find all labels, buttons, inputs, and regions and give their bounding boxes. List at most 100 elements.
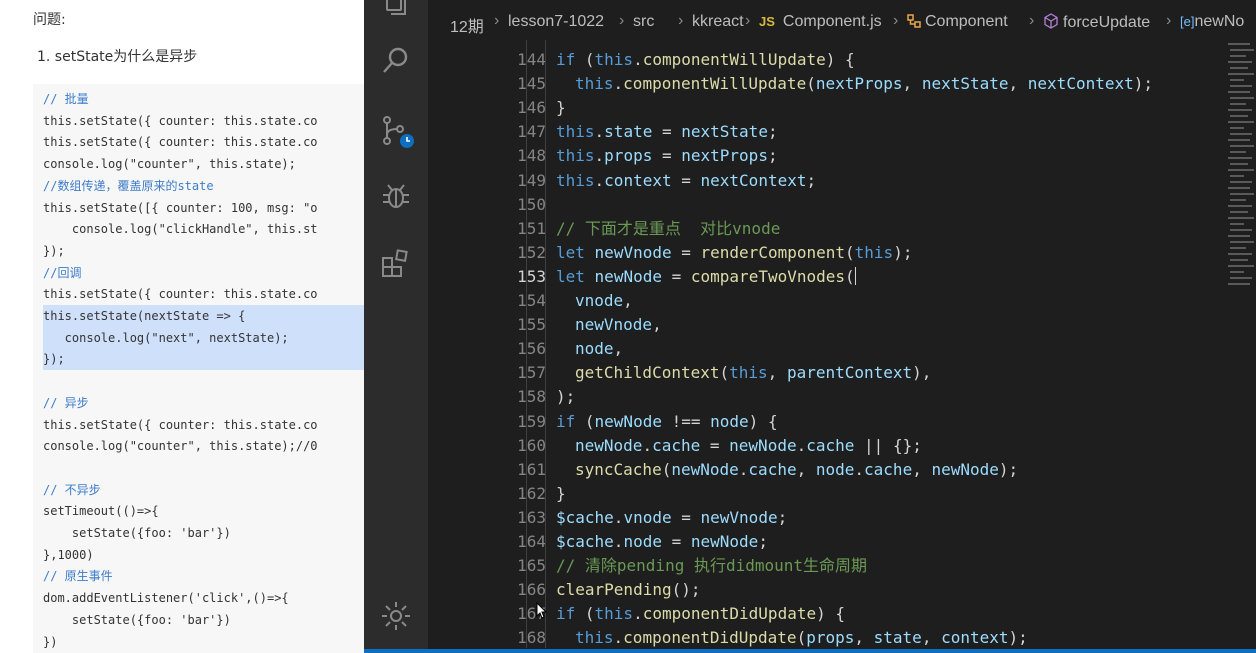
code-token: );: [893, 242, 913, 262]
code-line[interactable]: this.componentWillUpdate(nextProps, next…: [575, 72, 1153, 96]
line-number: 168: [517, 628, 546, 648]
code-line[interactable]: clearPending();: [556, 578, 701, 602]
code-token: this: [575, 628, 614, 648]
breadcrumb-item[interactable]: lesson7-1022: [508, 13, 604, 31]
line-number: 161: [517, 459, 546, 479]
code-area[interactable]: if (this.componentWillUpdate) {this.comp…: [526, 40, 1236, 653]
extensions-icon[interactable]: [378, 245, 414, 281]
doc-code-line: this.setState({ counter: this.state.co: [43, 417, 318, 432]
breadcrumb-item[interactable]: Component: [907, 13, 1008, 31]
code-token: (: [845, 266, 855, 286]
line-number: 167: [517, 604, 546, 624]
code-token: .: [613, 628, 624, 648]
breadcrumb: 12期 › lesson7-1022 › src › kkreact › JS Component…: [428, 0, 1256, 40]
code-line[interactable]: let newNode = compareTwoVnodes(: [556, 265, 856, 289]
breadcrumb-separator-icon: ›: [1029, 12, 1035, 29]
explorer-icon[interactable]: [378, 0, 414, 22]
breadcrumb-separator-icon: ›: [494, 12, 500, 29]
line-number: 162: [517, 483, 546, 503]
code-line[interactable]: // 清除pending 执行didmount生命周期: [556, 554, 867, 578]
code-token: ),: [912, 363, 932, 383]
code-token: if: [556, 411, 576, 431]
code-line[interactable]: // 下面才是重点 对比vnode: [556, 217, 780, 241]
code-token: (: [661, 459, 672, 479]
code-line[interactable]: syncCache(newNode.cache, node.cache, new…: [575, 458, 1018, 482]
code-token: ) {: [825, 50, 855, 69]
code-token: (: [719, 363, 730, 383]
code-line[interactable]: newVnode,: [575, 313, 662, 337]
doc-code-line: console.log("counter", this.state);//0: [43, 439, 318, 454]
debug-icon[interactable]: [378, 178, 414, 214]
code-token: .: [796, 435, 807, 455]
code-token: props: [604, 146, 653, 166]
code-token: .: [633, 604, 643, 624]
breadcrumb-item[interactable]: src: [633, 13, 654, 31]
breadcrumb-item[interactable]: 12期: [450, 13, 484, 37]
doc-code-line: dom.addEventListener('click',()=>{: [43, 591, 289, 606]
code-line[interactable]: node,: [575, 337, 623, 361]
line-number: 157: [517, 363, 546, 383]
doc-code-line: setState({foo: 'bar'}): [43, 526, 231, 540]
code-line[interactable]: getChildContext(this, parentContext),: [575, 361, 931, 385]
code-line[interactable]: $cache.node = newNode;: [556, 530, 768, 554]
code-token: newNode: [931, 459, 999, 479]
breadcrumb-label: Component.js: [782, 13, 882, 30]
code-token: (: [845, 242, 855, 262]
code-token: newVnode: [575, 315, 653, 335]
code-line[interactable]: }: [556, 96, 566, 120]
code-line[interactable]: vnode,: [575, 289, 633, 313]
code-line[interactable]: if (this.componentWillUpdate) {: [556, 48, 855, 72]
code-token: context: [941, 628, 1009, 648]
line-number: 150: [517, 194, 546, 214]
code-token: nextContext: [700, 170, 807, 190]
code-line[interactable]: }: [556, 482, 566, 506]
doc-code-line: });: [43, 243, 65, 258]
code-line[interactable]: this.componentDidUpdate(props, state, co…: [575, 626, 1028, 650]
doc-code-line: //回调: [43, 265, 82, 280]
doc-code-line: // 异步: [43, 395, 89, 410]
code-line[interactable]: this.context = nextContext;: [556, 169, 816, 193]
doc-code-line: console.log("clickHandle", this.st: [43, 222, 318, 237]
code-token: // 下面才是重点 对比vnode: [556, 218, 781, 238]
code-token: context: [604, 170, 672, 190]
code-line[interactable]: newNode.cache = newNode.cache || {};: [575, 434, 922, 458]
breadcrumb-item[interactable]: forceUpdate: [1043, 13, 1150, 32]
code-line[interactable]: );: [556, 385, 575, 409]
source-control-icon[interactable]: [378, 113, 414, 149]
code-token: this: [594, 50, 634, 69]
doc-code-line: this.setState(nextState => {: [43, 305, 366, 327]
code-token: newVnode: [594, 242, 672, 262]
code-token: =: [671, 507, 701, 527]
code-token: ();: [671, 580, 701, 600]
code-token: nextProps: [681, 146, 768, 166]
search-icon[interactable]: [378, 43, 414, 79]
doc-code-line: this.setState({ counter: this.state.co: [43, 287, 318, 302]
code-token: .: [854, 459, 865, 479]
doc-code-line: // 批量: [43, 92, 89, 106]
code-token: ,: [921, 628, 942, 648]
line-number: 145: [517, 74, 546, 94]
code-line[interactable]: this.props = nextProps;: [556, 144, 778, 168]
minimap[interactable]: [1226, 40, 1256, 290]
breadcrumb-item[interactable]: [e]newNo: [1180, 13, 1244, 31]
breadcrumb-item[interactable]: JS Component.js: [759, 13, 882, 31]
code-line[interactable]: if (newNode !== node) {: [556, 410, 778, 434]
code-token: (: [575, 411, 595, 431]
code-token: ;: [758, 532, 768, 551]
code-token: .: [594, 170, 605, 190]
settings-gear-icon[interactable]: [378, 598, 414, 634]
code-line[interactable]: let newVnode = renderComponent(this);: [556, 241, 912, 265]
line-number: 165: [517, 556, 546, 576]
code-token: cache: [806, 435, 855, 455]
code-token: vnode: [623, 507, 672, 527]
doc-code-line: console.log("counter", this.state);: [43, 157, 296, 172]
code-line[interactable]: this.state = nextState;: [556, 120, 778, 144]
code-token: =: [652, 146, 682, 166]
code-token: let: [556, 266, 585, 286]
breadcrumb-item[interactable]: kkreact: [692, 13, 744, 31]
code-line[interactable]: if (this.componentDidUpdate) {: [556, 602, 845, 626]
code-line[interactable]: $cache.vnode = newVnode;: [556, 506, 787, 530]
code-token: nextProps: [815, 74, 903, 94]
method-icon: [1043, 13, 1059, 29]
